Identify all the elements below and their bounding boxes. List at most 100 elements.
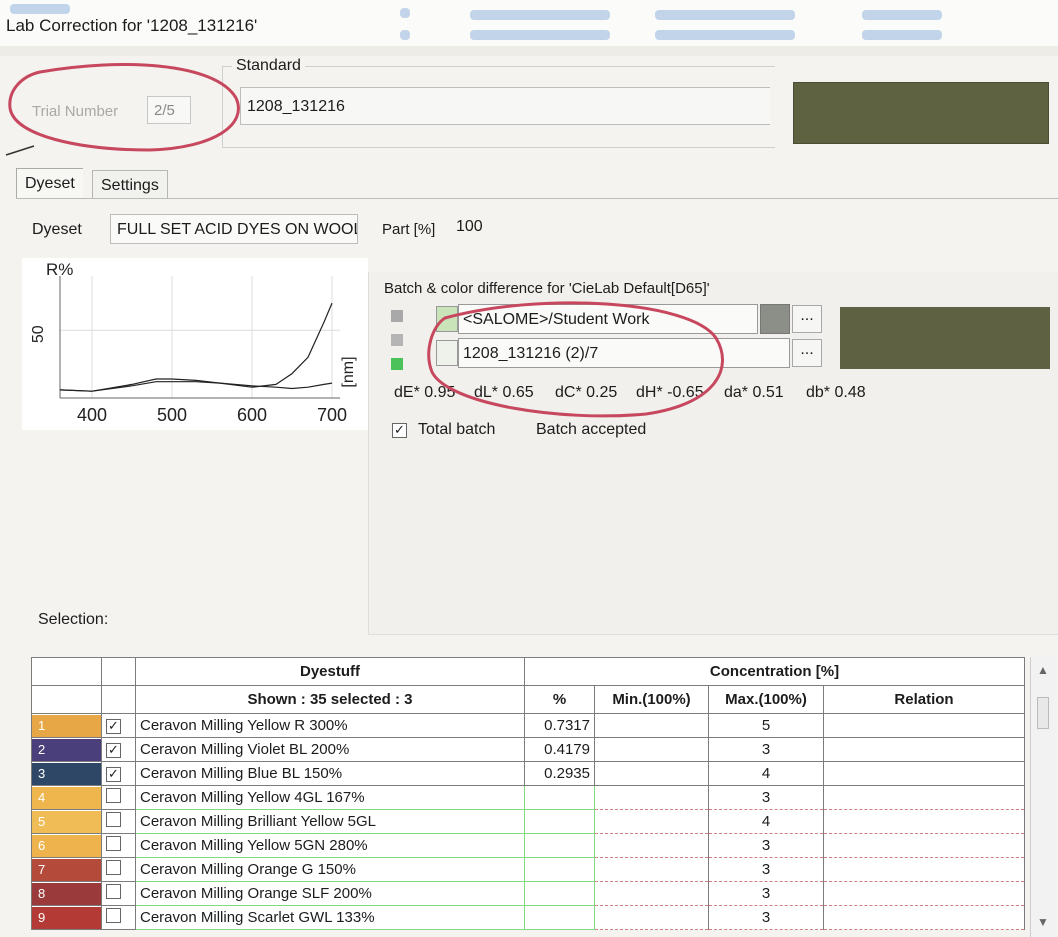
dye-min[interactable] [594,857,709,882]
batch-name-field[interactable]: 1208_131216 (2)/7 [458,338,790,368]
y-tick-label: 50 [30,325,47,343]
row-checkbox[interactable] [106,836,121,851]
row-checkbox[interactable] [106,860,121,875]
dye-color-swatch: 5 [32,810,101,833]
dye-pct[interactable]: 0.4179 [524,737,595,762]
dye-relation[interactable] [823,785,1025,810]
batch-source-field[interactable]: <SALOME>/Student Work [458,304,758,334]
dye-max[interactable]: 4 [708,809,824,834]
row-checkbox-cell[interactable] [101,833,136,858]
row-checkbox-cell[interactable]: ✓ [101,737,136,762]
row-checkbox-cell[interactable] [101,881,136,906]
header-max[interactable]: Max.(100%) [708,685,824,714]
dye-relation[interactable] [823,905,1025,930]
row-checkbox-cell[interactable] [101,857,136,882]
dye-min[interactable] [594,785,709,810]
dye-relation[interactable] [823,833,1025,858]
header-relation[interactable]: Relation [823,685,1025,714]
dye-pct[interactable] [524,785,595,810]
dye-pct[interactable] [524,833,595,858]
table-row[interactable]: 1 ✓ Ceravon Milling Yellow R 300% 0.7317 5 [31,713,1025,738]
dye-relation[interactable] [823,857,1025,882]
window-title: Lab Correction for '1208_131216' [6,16,258,35]
dye-pct[interactable] [524,857,595,882]
dye-min[interactable] [594,761,709,786]
dye-max[interactable]: 3 [708,857,824,882]
row-checkbox-cell[interactable] [101,785,136,810]
dyeset-field[interactable]: FULL SET ACID DYES ON WOOL [110,214,358,244]
table-row[interactable]: 9 Ceravon Milling Scarlet GWL 133% 3 [31,905,1025,930]
table-row[interactable]: 2 ✓ Ceravon Milling Violet BL 200% 0.4179 3 [31,737,1025,762]
dye-min[interactable] [594,881,709,906]
dye-relation[interactable] [823,713,1025,738]
tab-dyeset[interactable]: Dyeset [16,168,83,199]
standard-name-field[interactable]: 1208_131216 [240,87,770,125]
table-row[interactable]: 5 Ceravon Milling Brilliant Yellow 5GL 4 [31,809,1025,834]
dye-min[interactable] [594,713,709,738]
row-checkbox[interactable] [106,812,121,827]
current-marker [391,358,403,370]
dye-max[interactable]: 5 [708,713,824,738]
header-concentration: Concentration [%] [524,657,1025,686]
table-row[interactable]: 3 ✓ Ceravon Milling Blue BL 150% 0.2935 4 [31,761,1025,786]
scroll-up-icon[interactable]: ▲ [1031,663,1055,677]
dye-relation[interactable] [823,809,1025,834]
browse-batch-button[interactable]: ... [792,339,822,367]
row-checkbox[interactable]: ✓ [106,767,121,782]
dye-relation[interactable] [823,761,1025,786]
blurred-background [10,4,70,14]
table-row[interactable]: 8 Ceravon Milling Orange SLF 200% 3 [31,881,1025,906]
table-subheader-row: Shown : 35 selected : 3 % Min.(100%) Max… [31,685,1025,714]
delta-h: dH* -0.65 [636,384,704,401]
blurred-background [400,8,410,18]
row-checkbox-cell[interactable]: ✓ [101,761,136,786]
total-batch-checkbox[interactable]: ✓ [392,423,407,438]
row-checkbox[interactable] [106,884,121,899]
row-checkbox-cell[interactable] [101,809,136,834]
x-tick-label: 600 [237,405,267,425]
browse-source-button[interactable]: ... [792,305,822,333]
row-checkbox[interactable]: ✓ [106,743,121,758]
table-row[interactable]: 4 Ceravon Milling Yellow 4GL 167% 3 [31,785,1025,810]
dye-max[interactable]: 3 [708,737,824,762]
row-checkbox[interactable]: ✓ [106,719,121,734]
row-checkbox[interactable] [106,908,121,923]
tab-settings[interactable]: Settings [92,170,168,199]
dye-relation[interactable] [823,737,1025,762]
dye-min[interactable] [594,833,709,858]
dye-max[interactable]: 3 [708,833,824,858]
delta-c: dC* 0.25 [555,384,618,401]
header-min[interactable]: Min.(100%) [594,685,709,714]
dye-min[interactable] [594,737,709,762]
table-row[interactable]: 7 Ceravon Milling Orange G 150% 3 [31,857,1025,882]
header-pct[interactable]: % [524,685,595,714]
dye-pct[interactable] [524,881,595,906]
table-scrollbar[interactable]: ▲ ▼ [1030,657,1055,937]
delta-e: dE* 0.95 [394,384,456,401]
dye-relation[interactable] [823,881,1025,906]
building-icon[interactable] [760,304,790,334]
dye-max[interactable]: 3 [708,881,824,906]
dye-pct[interactable] [524,905,595,930]
dye-max[interactable]: 3 [708,785,824,810]
dye-min[interactable] [594,809,709,834]
dye-pct[interactable]: 0.7317 [524,713,595,738]
row-checkbox[interactable] [106,788,121,803]
dyestuff-table: Dyestuff Concentration [%] Shown : 35 se… [31,657,1025,930]
dye-max[interactable]: 4 [708,761,824,786]
document-icon[interactable] [436,340,458,366]
header-blank [31,685,102,714]
part-label: Part [%] [382,221,436,238]
row-checkbox-cell[interactable]: ✓ [101,713,136,738]
reflectance-chart-svg: 400 500 600 700 50 R% [nm] [30,260,357,425]
row-checkbox-cell[interactable] [101,905,136,930]
scroll-down-icon[interactable]: ▼ [1031,915,1055,929]
dye-pct[interactable]: 0.2935 [524,761,595,786]
database-icon[interactable] [436,306,458,332]
scroll-thumb[interactable] [1037,697,1049,729]
dye-max[interactable]: 3 [708,905,824,930]
table-row[interactable]: 6 Ceravon Milling Yellow 5GN 280% 3 [31,833,1025,858]
dye-min[interactable] [594,905,709,930]
batch-legend: Batch & color difference for 'CieLab Def… [384,280,710,297]
dye-pct[interactable] [524,809,595,834]
